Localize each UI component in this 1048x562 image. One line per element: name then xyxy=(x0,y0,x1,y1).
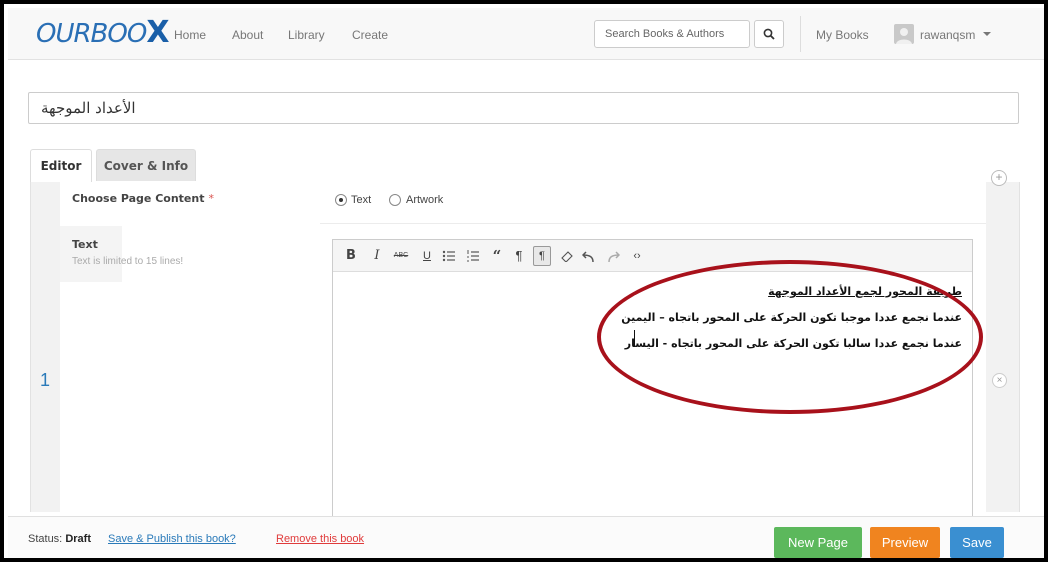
radio-text-label[interactable]: Text xyxy=(351,194,371,206)
search-input[interactable] xyxy=(594,20,750,48)
text-field-label: Text xyxy=(72,238,98,251)
status-label: Status: Draft xyxy=(28,533,91,545)
undo-icon[interactable] xyxy=(581,246,597,266)
quote-icon[interactable]: “ xyxy=(489,246,505,266)
bold-icon[interactable]: B xyxy=(343,246,359,266)
choose-page-content-label: Choose Page Content * xyxy=(72,192,214,205)
italic-icon[interactable]: I xyxy=(369,246,385,266)
user-avatar-icon xyxy=(896,28,912,44)
text-limit-hint: Text is limited to 15 lines! xyxy=(72,256,184,267)
eraser-icon[interactable] xyxy=(559,246,575,266)
preview-button[interactable]: Preview xyxy=(870,527,940,558)
text-row-label-cell xyxy=(60,226,122,282)
text-cursor xyxy=(634,330,635,346)
nav-library[interactable]: Library xyxy=(288,28,325,42)
app-window: OURBOOX Home About Library Create My Boo… xyxy=(0,0,1048,562)
editor-line-negative: عندما نجمع عددا سالبا تكون الحركة على ال… xyxy=(624,337,962,350)
ourboox-logo[interactable]: OURBOOX xyxy=(36,18,169,49)
nav-create[interactable]: Create xyxy=(352,28,388,42)
radio-artwork[interactable] xyxy=(389,194,401,206)
book-title-input[interactable] xyxy=(28,92,1019,124)
radio-text[interactable] xyxy=(335,194,347,206)
tab-cover-info[interactable]: Cover & Info xyxy=(96,149,196,181)
save-publish-link[interactable]: Save & Publish this book? xyxy=(108,533,236,545)
numbered-list-icon[interactable] xyxy=(465,246,481,266)
choose-label-text: Choose Page Content xyxy=(72,192,205,205)
chevron-down-icon[interactable] xyxy=(983,32,991,36)
top-navbar: OURBOOX Home About Library Create My Boo… xyxy=(8,8,1044,60)
new-page-button[interactable]: New Page xyxy=(774,527,862,558)
redo-icon[interactable] xyxy=(605,246,621,266)
editor-line-heading: طريقة المحور لجمع الأعداد الموجهة xyxy=(768,285,962,298)
avatar[interactable] xyxy=(894,24,914,44)
nav-my-books[interactable]: My Books xyxy=(816,28,869,42)
row-divider xyxy=(320,223,986,224)
code-view-icon[interactable]: ‹› xyxy=(629,246,645,266)
nav-home[interactable]: Home xyxy=(174,28,206,42)
paragraph-rtl-icon[interactable]: ¶ xyxy=(533,246,551,266)
paragraph-ltr-icon[interactable]: ¶ xyxy=(511,246,527,266)
underline-icon[interactable]: U xyxy=(419,246,435,266)
status-label-text: Status: xyxy=(28,533,63,545)
page-right-strip xyxy=(986,182,1020,512)
logo-x: X xyxy=(146,15,169,50)
editor-toolbar: B I ABC U “ ¶ ¶ ‹› xyxy=(333,240,972,272)
search-button[interactable] xyxy=(754,20,784,48)
nav-divider xyxy=(800,16,801,52)
remove-page-icon[interactable]: × xyxy=(992,373,1007,388)
required-mark: * xyxy=(208,192,214,205)
save-button[interactable]: Save xyxy=(950,527,1004,558)
remove-book-link[interactable]: Remove this book xyxy=(276,533,364,545)
add-page-icon[interactable]: + xyxy=(991,170,1007,186)
nav-about[interactable]: About xyxy=(232,28,263,42)
bulleted-list-icon[interactable] xyxy=(441,246,457,266)
search-icon xyxy=(763,28,775,40)
page-number: 1 xyxy=(40,370,51,390)
username[interactable]: rawanqsm xyxy=(920,28,975,42)
editor-content-area[interactable]: طريقة المحور لجمع الأعداد الموجهة عندما … xyxy=(333,273,972,518)
tab-editor[interactable]: Editor xyxy=(30,149,92,182)
strikethrough-icon[interactable]: ABC xyxy=(393,246,409,266)
logo-text: OURBOO xyxy=(36,19,147,49)
editor-line-positive: عندما نجمع عددا موجبا تكون الحركة على ال… xyxy=(621,311,962,324)
rich-text-editor: B I ABC U “ ¶ ¶ ‹› طريقة المحور لجمع الأ… xyxy=(332,239,973,519)
status-value: Draft xyxy=(65,533,91,545)
page-left-strip xyxy=(30,182,60,512)
radio-artwork-label[interactable]: Artwork xyxy=(406,194,443,206)
